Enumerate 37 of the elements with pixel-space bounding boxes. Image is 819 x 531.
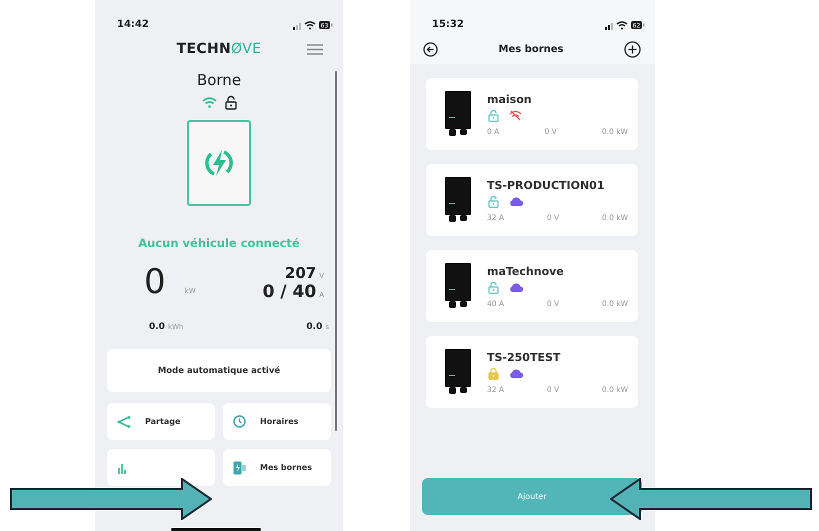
charger-device-drawing [445, 349, 471, 395]
mode-button[interactable]: Mode automatique activé [107, 349, 331, 392]
clock-icon [233, 415, 246, 428]
page-title: Borne [196, 71, 242, 89]
charger-tile[interactable] [187, 120, 251, 206]
back-icon[interactable] [423, 42, 438, 57]
energy-value: 0.0 [149, 322, 165, 332]
charger-name: maison [487, 92, 533, 106]
duration-value: 0.0 [306, 322, 322, 332]
wifi-off-icon [509, 110, 522, 120]
current-value: 0 / 40 [262, 282, 316, 302]
add-icon[interactable] [624, 41, 641, 58]
cloud-icon [509, 282, 524, 292]
voltage-value: 207 [284, 264, 316, 282]
cloud-icon [509, 196, 524, 206]
charger-icon [233, 460, 246, 474]
status-time: 15:32 [432, 19, 464, 30]
charger-name: TS-PRODUCTION01 [487, 178, 606, 192]
menu-button[interactable]: Partage [107, 403, 215, 440]
power-value: 0 [144, 262, 166, 302]
charger-device-drawing [445, 263, 471, 309]
charger-name: maTechnove [487, 264, 565, 278]
scrollbar[interactable] [335, 71, 337, 431]
menu-icon[interactable] [307, 44, 323, 54]
status-time: 14:42 [117, 19, 149, 30]
menu-button[interactable] [107, 449, 215, 486]
chart-icon [117, 462, 127, 474]
cloud-icon [509, 368, 524, 378]
status-message: Aucun véhicule connecté [138, 236, 300, 250]
logo: TECHNØVE [176, 41, 262, 57]
page-title: Mes bornes [498, 44, 564, 55]
menu-button[interactable]: Horaires [223, 403, 331, 440]
share-icon [117, 416, 131, 428]
menu-button[interactable]: Mes bornes [223, 449, 331, 486]
charger-device-drawing [445, 91, 471, 137]
charger-device-drawing [445, 177, 471, 223]
charger-name: TS-250TEST [487, 350, 562, 364]
